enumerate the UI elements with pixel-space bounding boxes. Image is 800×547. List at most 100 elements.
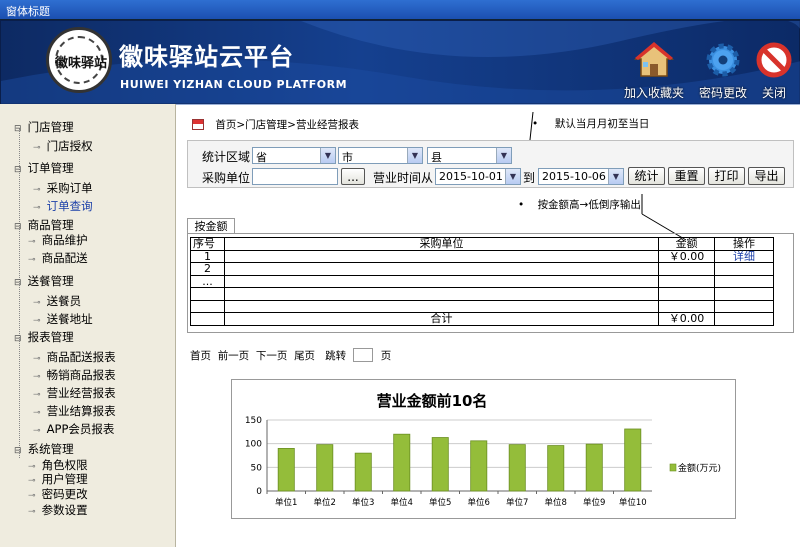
bar [470,440,488,492]
sidebar-item-label: 订单查询 [46,199,93,213]
sidebar-item-business-report[interactable]: ⊸ 营业经营报表 [33,385,116,401]
sidebar-group-system[interactable]: ⊟ 系统管理 [14,441,74,457]
sidebar-item-store-auth[interactable]: ⊸ 门店授权 [33,138,93,154]
chart-title: 营业金额前10名 [376,392,488,410]
sidebar-group-order[interactable]: ⊟ 订单管理 [14,160,74,176]
cell-index: 1 [190,249,225,263]
table-row: 2 [190,262,774,276]
sidebar-item-label: 畅销商品报表 [46,368,116,382]
collapse-icon: ⊟ [14,334,22,344]
unit-picker-button[interactable]: ... [341,168,365,185]
sidebar-item-order-query[interactable]: ⊸ 订单查询 [33,198,93,214]
bullet-icon: • [532,118,539,130]
sidebar-item-password-change[interactable]: ⊸ 密码更改 [28,486,88,502]
chevron-down-icon: ▼ [407,148,422,163]
cell-index: ... [190,274,225,288]
date-from-value: 2015-10-01 [439,170,503,183]
tree-guide-line [19,128,20,458]
date-to-select[interactable]: 2015-10-06 ▼ [538,168,624,185]
cell-unit [223,249,660,263]
last-page-link[interactable]: 尾页 [294,350,315,362]
sidebar-group-goods[interactable]: ⊟ 商品管理 [14,217,74,233]
export-button[interactable]: 导出 [748,167,785,185]
statistics-button[interactable]: 统计 [628,167,665,185]
page-number-input[interactable] [353,348,374,362]
table-row: ... [190,274,774,288]
collapse-icon: ⊟ [14,124,22,134]
bar [393,433,411,492]
tree-node-icon: ⊸ [33,203,41,213]
city-value: 市 [342,151,353,164]
sidebar-item-courier[interactable]: ⊸ 送餐员 [33,293,81,309]
city-select[interactable]: 市 ▼ [338,147,423,164]
brand-subtitle: HUIWEI YIZHAN CLOUD PLATFORM [120,78,348,91]
time-to-label: 到 [523,171,536,185]
window-title: 窗体标题 [6,5,50,18]
col-header-amount: 金额 [658,237,716,251]
sidebar-item-parameter-settings[interactable]: ⊸ 参数设置 [28,502,88,518]
cell-unit [223,262,660,276]
col-header-unit: 采购单位 [223,237,660,251]
breadcrumb-text[interactable]: 首页>门店管理>营业经营报表 [215,119,359,131]
sidebar-group-report[interactable]: ⊟ 报表管理 [14,329,74,345]
result-table: 序号 采购单位 金额 操作 1 ￥0.00 详细 2 ... 合计 ￥0.00 [190,237,774,326]
sidebar-group-store[interactable]: ⊟ 门店管理 [14,119,74,135]
cell-amount [658,274,716,288]
sidebar-item-purchase-order[interactable]: ⊸ 采购订单 [33,180,93,196]
table-row [190,299,774,313]
detail-link[interactable]: 详细 [714,249,774,263]
legend-label: 金额(万元) [678,462,721,474]
sidebar-group-label: 送餐管理 [27,274,74,288]
sidebar-item-label: 商品配送报表 [46,350,116,364]
print-button[interactable]: 打印 [708,167,745,185]
sidebar-item-goods-maintain[interactable]: ⊸ 商品维护 [28,232,88,248]
unit-input[interactable] [252,168,338,185]
prev-page-link[interactable]: 前一页 [218,350,250,362]
collapse-icon: ⊟ [14,222,22,232]
province-select[interactable]: 省 ▼ [252,147,336,164]
cell-unit [223,274,660,288]
sidebar-item-user-manage[interactable]: ⊸ 用户管理 [28,471,88,487]
chevron-down-icon: ▼ [608,169,623,184]
total-value: ￥0.00 [658,312,716,326]
bullet-icon: • [518,199,525,211]
tree-node-icon: ⊸ [28,507,36,517]
sidebar-group-delivery[interactable]: ⊟ 送餐管理 [14,273,74,289]
reset-button[interactable]: 重置 [668,167,705,185]
tree-node-icon: ⊸ [33,408,41,418]
sidebar-item-app-member-report[interactable]: ⊸ APP会员报表 [33,421,114,437]
cell-index [190,287,225,301]
table-row: 1 ￥0.00 详细 [190,249,774,263]
sidebar-item-label: 角色权限 [41,458,88,472]
bar [316,444,334,492]
x-tick-label: 单位1 [275,497,297,508]
cell-unit [223,299,660,313]
home-small-icon [192,119,204,130]
collapse-icon: ⊟ [14,165,22,175]
brand-logo: 徽味驿站 [46,27,112,93]
col-header-index: 序号 [190,237,225,251]
sidebar-item-label: 营业结算报表 [46,404,116,418]
next-page-link[interactable]: 下一页 [256,350,288,362]
revenue-chart: 营业金额前10名 0 50 100 150 单位1 单位2 单位3 单位4 单位5 单位6 单位7 单… [231,379,736,519]
sidebar-item-delivery-address[interactable]: ⊸ 送餐地址 [33,311,93,327]
sidebar-item-settlement-report[interactable]: ⊸ 营业结算报表 [33,403,116,419]
bar [354,452,372,492]
gear-icon [706,43,740,77]
cell-action [714,274,774,288]
add-favorite-button[interactable]: 加入收藏夹 [621,41,687,101]
sidebar-item-delivery-report[interactable]: ⊸ 商品配送报表 [33,349,116,365]
close-button[interactable]: 关闭 [746,41,800,101]
tree-node-icon: ⊸ [33,426,41,436]
first-page-link[interactable]: 首页 [190,350,211,362]
county-select[interactable]: 县 ▼ [427,147,512,164]
sidebar-item-label: 采购订单 [46,181,93,195]
sidebar-item-bestseller-report[interactable]: ⊸ 畅销商品报表 [33,367,116,383]
legend-swatch [669,463,677,472]
tree-node-icon: ⊸ [33,390,41,400]
tab-by-amount[interactable]: 按金额 [187,218,235,234]
cell-action [714,262,774,276]
sidebar-item-goods-delivery[interactable]: ⊸ 商品配送 [28,250,88,266]
y-tick-label: 50 [251,463,263,473]
date-from-select[interactable]: 2015-10-01 ▼ [435,168,521,185]
